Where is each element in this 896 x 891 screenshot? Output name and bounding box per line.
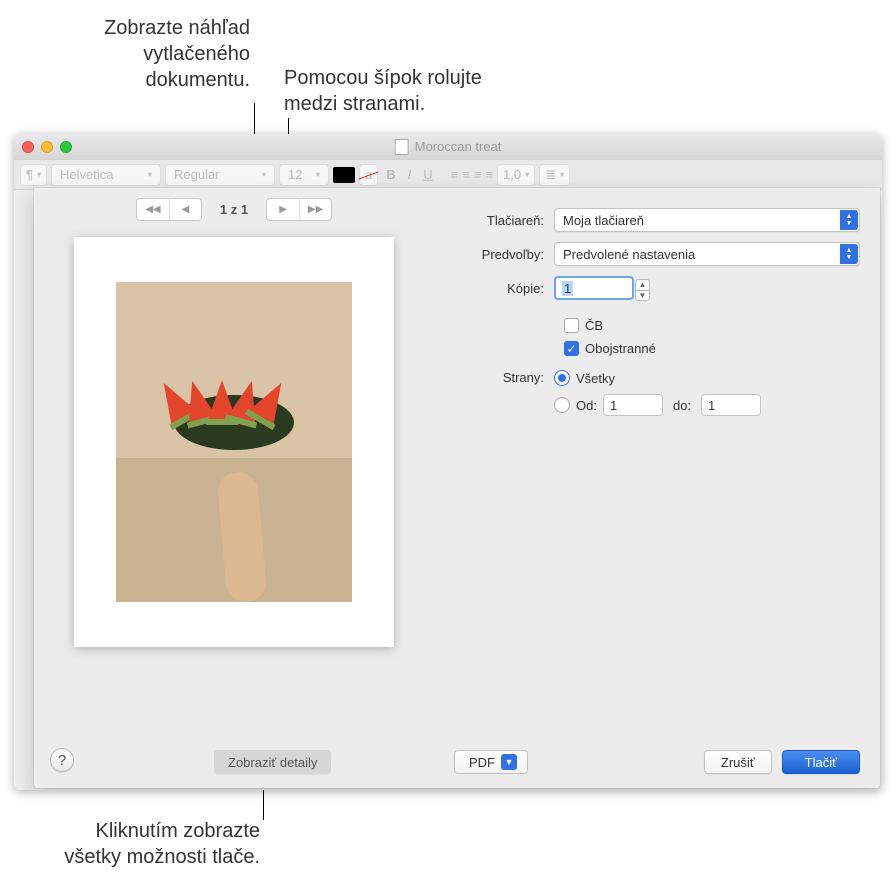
align-justify-icon[interactable]: ≡: [485, 167, 493, 182]
first-page-button[interactable]: ◀◀: [137, 199, 169, 220]
pages-from-label: Od:: [576, 398, 597, 413]
prev-page-button[interactable]: ◀: [169, 199, 201, 220]
titlebar: Moroccan treat: [14, 134, 882, 160]
copies-value: 1: [562, 281, 573, 296]
chevron-updown-icon: ▲▼: [840, 210, 858, 230]
line-spacing-popup[interactable]: 1,0 ▾: [497, 164, 535, 186]
align-center-icon[interactable]: ≡: [462, 167, 470, 182]
print-preview-page: [74, 237, 394, 647]
cancel-button[interactable]: Zrušiť: [704, 750, 772, 774]
pages-from-input[interactable]: 1: [603, 394, 663, 416]
print-button[interactable]: Tlačiť: [782, 750, 860, 774]
pdf-dropdown[interactable]: PDF ▼: [454, 750, 528, 774]
duplex-label: Obojstranné: [585, 341, 656, 356]
document-icon: [395, 139, 409, 155]
annotation-arrows: Pomocou šípok rolujte medzi stranami.: [284, 65, 544, 117]
zoom-window-icon[interactable]: [60, 141, 72, 153]
presets-label: Predvoľby:: [454, 247, 554, 262]
underline-icon[interactable]: U: [419, 167, 436, 182]
pages-range-radio[interactable]: [554, 397, 570, 413]
list-style-popup[interactable]: ≣ ▾: [539, 164, 570, 186]
annotation-preview: Zobrazte náhľad vytlačeného dokumentu.: [40, 15, 250, 93]
align-left-icon[interactable]: ≡: [451, 167, 459, 182]
bw-checkbox[interactable]: [564, 318, 579, 333]
dialog-button-row: PDF ▼ Zrušiť Tlačiť: [454, 750, 860, 774]
window-title: Moroccan treat: [395, 139, 502, 155]
font-family-popup[interactable]: Helvetica▾: [51, 164, 161, 186]
presets-popup[interactable]: Predvolené nastavenia ▲▼: [554, 242, 860, 266]
print-dialog: ◀◀ ◀ 1 z 1 ▶ ▶▶ ? Zobrazi: [34, 188, 880, 788]
font-style-popup[interactable]: Regular▾: [165, 164, 275, 186]
pages-to-input[interactable]: 1: [701, 394, 761, 416]
document-window: Moroccan treat ¶ ▾ Helvetica▾ Regular▾ 1…: [14, 134, 882, 790]
format-toolbar: ¶ ▾ Helvetica▾ Regular▾ 12▾ a B I U ≡ ≡ …: [14, 160, 882, 190]
pages-label: Strany:: [454, 370, 554, 385]
copies-label: Kópie:: [454, 281, 554, 296]
last-page-button[interactable]: ▶▶: [299, 199, 331, 220]
bold-icon[interactable]: B: [382, 167, 399, 182]
page-navigator: ◀◀ ◀ 1 z 1 ▶ ▶▶: [34, 188, 434, 231]
align-right-icon[interactable]: ≡: [474, 167, 482, 182]
chevron-down-icon: ▼: [501, 754, 517, 770]
copies-input[interactable]: 1 ▲▼: [554, 276, 634, 300]
duplex-checkbox[interactable]: ✓: [564, 341, 579, 356]
page-back-segment: ◀◀ ◀: [136, 198, 202, 221]
paragraph-style-popup[interactable]: ¶ ▾: [20, 164, 47, 186]
copies-stepper[interactable]: ▲▼: [635, 279, 650, 301]
bw-label: ČB: [585, 318, 603, 333]
printer-value: Moja tlačiareň: [563, 213, 644, 228]
show-details-button[interactable]: Zobraziť detaily: [214, 750, 331, 774]
font-size-stepper[interactable]: 12▾: [279, 164, 329, 186]
next-page-button[interactable]: ▶: [267, 199, 299, 220]
pdf-label: PDF: [469, 755, 495, 770]
pages-all-radio[interactable]: [554, 370, 570, 386]
minimize-window-icon[interactable]: [41, 141, 53, 153]
presets-value: Predvolené nastavenia: [563, 247, 695, 262]
print-options-pane: Tlačiareň: Moja tlačiareň ▲▼ Predvoľby: …: [434, 188, 880, 788]
preview-pane: ◀◀ ◀ 1 z 1 ▶ ▶▶ ? Zobrazi: [34, 188, 434, 788]
clear-style-icon[interactable]: a: [359, 164, 378, 186]
annotation-details: Kliknutím zobrazte všetky možnosti tlače…: [5, 818, 260, 870]
italic-icon[interactable]: I: [404, 167, 416, 182]
printer-popup[interactable]: Moja tlačiareň ▲▼: [554, 208, 860, 232]
printer-label: Tlačiareň:: [454, 213, 554, 228]
text-color-icon[interactable]: [333, 167, 355, 183]
close-window-icon[interactable]: [22, 141, 34, 153]
pages-to-label: do:: [669, 398, 695, 413]
page-indicator: 1 z 1: [220, 202, 248, 217]
help-button[interactable]: ?: [50, 748, 74, 772]
page-forward-segment: ▶ ▶▶: [266, 198, 332, 221]
preview-image: [116, 282, 353, 602]
chevron-updown-icon: ▲▼: [840, 244, 858, 264]
pages-all-label: Všetky: [576, 371, 615, 386]
